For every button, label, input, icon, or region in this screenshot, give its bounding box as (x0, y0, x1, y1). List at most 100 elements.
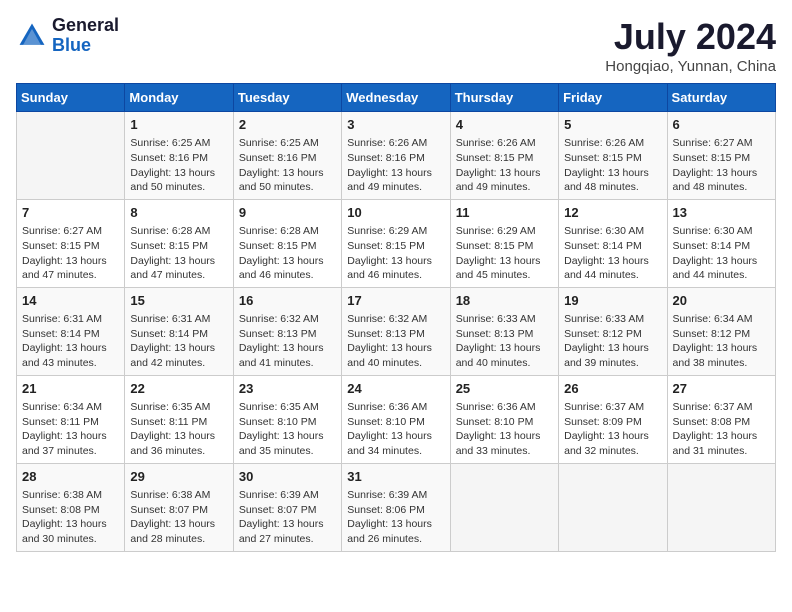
day-info: Sunrise: 6:38 AM Sunset: 8:08 PM Dayligh… (22, 488, 119, 547)
col-header-monday: Monday (125, 84, 233, 112)
calendar-cell: 3 Sunrise: 6:26 AM Sunset: 8:16 PM Daylig… (342, 112, 450, 200)
day-number: 16 (239, 292, 336, 310)
calendar-cell: 22 Sunrise: 6:35 AM Sunset: 8:11 PM Dayli… (125, 375, 233, 463)
col-header-sunday: Sunday (17, 84, 125, 112)
page-header: General Blue July 2024 Hongqiao, Yunnan,… (16, 16, 776, 75)
col-header-wednesday: Wednesday (342, 84, 450, 112)
day-number: 6 (673, 116, 770, 134)
day-info: Sunrise: 6:39 AM Sunset: 8:06 PM Dayligh… (347, 488, 444, 547)
day-info: Sunrise: 6:37 AM Sunset: 8:08 PM Dayligh… (673, 400, 770, 459)
day-number: 1 (130, 116, 227, 134)
calendar-cell: 2 Sunrise: 6:25 AM Sunset: 8:16 PM Daylig… (233, 112, 341, 200)
day-number: 8 (130, 204, 227, 222)
day-info: Sunrise: 6:26 AM Sunset: 8:16 PM Dayligh… (347, 136, 444, 195)
day-number: 31 (347, 468, 444, 486)
week-row-2: 7 Sunrise: 6:27 AM Sunset: 8:15 PM Daylig… (17, 199, 776, 287)
day-number: 7 (22, 204, 119, 222)
calendar-cell: 30 Sunrise: 6:39 AM Sunset: 8:07 PM Dayli… (233, 463, 341, 551)
day-number: 19 (564, 292, 661, 310)
day-info: Sunrise: 6:28 AM Sunset: 8:15 PM Dayligh… (130, 224, 227, 283)
day-number: 21 (22, 380, 119, 398)
day-number: 23 (239, 380, 336, 398)
calendar-cell: 28 Sunrise: 6:38 AM Sunset: 8:08 PM Dayli… (17, 463, 125, 551)
calendar-cell: 24 Sunrise: 6:36 AM Sunset: 8:10 PM Dayli… (342, 375, 450, 463)
month-title: July 2024 (605, 16, 776, 58)
calendar-cell: 12 Sunrise: 6:30 AM Sunset: 8:14 PM Dayli… (559, 199, 667, 287)
calendar-cell (667, 463, 775, 551)
col-header-saturday: Saturday (667, 84, 775, 112)
calendar-cell: 27Sunrise: 6:37 AM Sunset: 8:08 PM Dayli… (667, 375, 775, 463)
day-number: 14 (22, 292, 119, 310)
calendar-cell: 8 Sunrise: 6:28 AM Sunset: 8:15 PM Daylig… (125, 199, 233, 287)
day-number: 17 (347, 292, 444, 310)
calendar-cell (17, 112, 125, 200)
calendar-cell: 25Sunrise: 6:36 AM Sunset: 8:10 PM Dayli… (450, 375, 558, 463)
day-info: Sunrise: 6:31 AM Sunset: 8:14 PM Dayligh… (22, 312, 119, 371)
calendar-cell: 29Sunrise: 6:38 AM Sunset: 8:07 PM Dayli… (125, 463, 233, 551)
day-info: Sunrise: 6:28 AM Sunset: 8:15 PM Dayligh… (239, 224, 336, 283)
calendar-cell: 10 Sunrise: 6:29 AM Sunset: 8:15 PM Dayli… (342, 199, 450, 287)
day-info: Sunrise: 6:31 AM Sunset: 8:14 PM Dayligh… (130, 312, 227, 371)
calendar-cell: 31 Sunrise: 6:39 AM Sunset: 8:06 PM Dayli… (342, 463, 450, 551)
week-row-3: 14 Sunrise: 6:31 AM Sunset: 8:14 PM Dayli… (17, 287, 776, 375)
day-number: 24 (347, 380, 444, 398)
day-info: Sunrise: 6:32 AM Sunset: 8:13 PM Dayligh… (347, 312, 444, 371)
day-number: 12 (564, 204, 661, 222)
day-number: 2 (239, 116, 336, 134)
day-info: Sunrise: 6:36 AM Sunset: 8:10 PM Dayligh… (347, 400, 444, 459)
day-number: 13 (673, 204, 770, 222)
calendar-cell: 26Sunrise: 6:37 AM Sunset: 8:09 PM Dayli… (559, 375, 667, 463)
day-number: 28 (22, 468, 119, 486)
week-row-5: 28 Sunrise: 6:38 AM Sunset: 8:08 PM Dayli… (17, 463, 776, 551)
calendar-cell: 15 Sunrise: 6:31 AM Sunset: 8:14 PM Dayli… (125, 287, 233, 375)
day-info: Sunrise: 6:27 AM Sunset: 8:15 PM Dayligh… (22, 224, 119, 283)
day-info: Sunrise: 6:35 AM Sunset: 8:10 PM Dayligh… (239, 400, 336, 459)
day-info: Sunrise: 6:30 AM Sunset: 8:14 PM Dayligh… (564, 224, 661, 283)
calendar-cell: 17 Sunrise: 6:32 AM Sunset: 8:13 PM Dayli… (342, 287, 450, 375)
col-header-friday: Friday (559, 84, 667, 112)
week-row-4: 21 Sunrise: 6:34 AM Sunset: 8:11 PM Dayli… (17, 375, 776, 463)
calendar-cell: 5Sunrise: 6:26 AM Sunset: 8:15 PM Daylig… (559, 112, 667, 200)
day-number: 30 (239, 468, 336, 486)
day-info: Sunrise: 6:33 AM Sunset: 8:13 PM Dayligh… (456, 312, 553, 371)
calendar-table: SundayMondayTuesdayWednesdayThursdayFrid… (16, 83, 776, 552)
day-info: Sunrise: 6:37 AM Sunset: 8:09 PM Dayligh… (564, 400, 661, 459)
calendar-cell: 20Sunrise: 6:34 AM Sunset: 8:12 PM Dayli… (667, 287, 775, 375)
calendar-cell: 13 Sunrise: 6:30 AM Sunset: 8:14 PM Dayli… (667, 199, 775, 287)
day-number: 18 (456, 292, 553, 310)
day-info: Sunrise: 6:29 AM Sunset: 8:15 PM Dayligh… (347, 224, 444, 283)
day-number: 5 (564, 116, 661, 134)
calendar-cell: 23 Sunrise: 6:35 AM Sunset: 8:10 PM Dayli… (233, 375, 341, 463)
day-info: Sunrise: 6:36 AM Sunset: 8:10 PM Dayligh… (456, 400, 553, 459)
day-number: 10 (347, 204, 444, 222)
day-info: Sunrise: 6:35 AM Sunset: 8:11 PM Dayligh… (130, 400, 227, 459)
day-info: Sunrise: 6:26 AM Sunset: 8:15 PM Dayligh… (456, 136, 553, 195)
day-info: Sunrise: 6:25 AM Sunset: 8:16 PM Dayligh… (239, 136, 336, 195)
calendar-cell: 1 Sunrise: 6:25 AM Sunset: 8:16 PM Daylig… (125, 112, 233, 200)
calendar-header-row: SundayMondayTuesdayWednesdayThursdayFrid… (17, 84, 776, 112)
calendar-cell: 6Sunrise: 6:27 AM Sunset: 8:15 PM Daylig… (667, 112, 775, 200)
day-number: 15 (130, 292, 227, 310)
day-info: Sunrise: 6:32 AM Sunset: 8:13 PM Dayligh… (239, 312, 336, 371)
day-number: 4 (456, 116, 553, 134)
day-number: 3 (347, 116, 444, 134)
day-info: Sunrise: 6:39 AM Sunset: 8:07 PM Dayligh… (239, 488, 336, 547)
calendar-cell: 7 Sunrise: 6:27 AM Sunset: 8:15 PM Daylig… (17, 199, 125, 287)
calendar-cell: 16 Sunrise: 6:32 AM Sunset: 8:13 PM Dayli… (233, 287, 341, 375)
calendar-cell: 11Sunrise: 6:29 AM Sunset: 8:15 PM Dayli… (450, 199, 558, 287)
calendar-cell: 14 Sunrise: 6:31 AM Sunset: 8:14 PM Dayli… (17, 287, 125, 375)
day-info: Sunrise: 6:34 AM Sunset: 8:11 PM Dayligh… (22, 400, 119, 459)
day-number: 20 (673, 292, 770, 310)
day-number: 22 (130, 380, 227, 398)
day-number: 29 (130, 468, 227, 486)
location: Hongqiao, Yunnan, China (605, 58, 776, 75)
day-info: Sunrise: 6:30 AM Sunset: 8:14 PM Dayligh… (673, 224, 770, 283)
calendar-cell (450, 463, 558, 551)
calendar-cell: 9Sunrise: 6:28 AM Sunset: 8:15 PM Daylig… (233, 199, 341, 287)
col-header-tuesday: Tuesday (233, 84, 341, 112)
title-block: July 2024 Hongqiao, Yunnan, China (605, 16, 776, 75)
day-info: Sunrise: 6:25 AM Sunset: 8:16 PM Dayligh… (130, 136, 227, 195)
calendar-cell: 4 Sunrise: 6:26 AM Sunset: 8:15 PM Daylig… (450, 112, 558, 200)
week-row-1: 1 Sunrise: 6:25 AM Sunset: 8:16 PM Daylig… (17, 112, 776, 200)
col-header-thursday: Thursday (450, 84, 558, 112)
